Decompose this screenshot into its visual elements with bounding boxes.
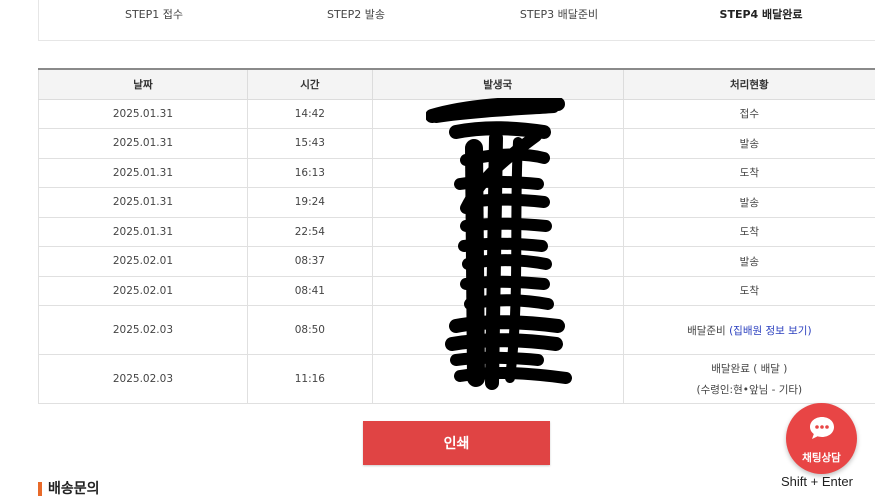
chat-consult-button[interactable]: 채팅상담 xyxy=(786,403,857,474)
print-button[interactable]: 인쇄 xyxy=(363,421,550,465)
cell-status: 발송 xyxy=(623,188,875,218)
cell-status: 도착 xyxy=(623,276,875,306)
header-date: 날짜 xyxy=(39,69,248,99)
cell-time: 14:42 xyxy=(247,99,372,129)
cell-office xyxy=(372,158,623,188)
cell-status: 도착 xyxy=(623,158,875,188)
heading-bar-icon xyxy=(38,482,42,496)
table-header-row: 날짜 시간 발생국 처리현황 xyxy=(39,69,875,99)
carrier-info-link[interactable]: (집배원 정보 보기) xyxy=(729,325,812,337)
cell-office xyxy=(372,247,623,277)
cell-status: 도착 xyxy=(623,217,875,247)
tracking-table-container: 날짜 시간 발생국 처리현황 2025.01.31 14:42 접수 2025.… xyxy=(38,68,875,404)
cell-status: 발송 xyxy=(623,129,875,159)
status-text: 배달완료 ( 배달 ) xyxy=(711,363,787,375)
cell-time: 11:16 xyxy=(247,355,372,404)
table-row: 2025.01.31 15:43 발송 xyxy=(39,129,875,159)
table-row: 2025.02.03 08:50 배달준비 (집배원 정보 보기) xyxy=(39,306,875,355)
cell-office xyxy=(372,217,623,247)
cell-office xyxy=(372,306,623,355)
cell-office xyxy=(372,355,623,404)
cell-date: 2025.02.01 xyxy=(39,247,248,277)
cell-date: 2025.01.31 xyxy=(39,188,248,218)
header-time: 시간 xyxy=(247,69,372,99)
cell-date: 2025.02.01 xyxy=(39,276,248,306)
chat-shortcut-hint: Shift + Enter xyxy=(781,474,853,489)
header-status: 처리현황 xyxy=(623,69,875,99)
section-heading: 배송문의 xyxy=(38,478,100,498)
cell-time: 22:54 xyxy=(247,217,372,247)
cell-time: 08:37 xyxy=(247,247,372,277)
table-row: 2025.02.03 11:16 배달완료 ( 배달 ) (수령인:현•앞님 -… xyxy=(39,355,875,404)
recipient-info: (수령인:현•앞님 - 기타) xyxy=(624,382,875,397)
cell-time: 08:41 xyxy=(247,276,372,306)
cell-date: 2025.01.31 xyxy=(39,99,248,129)
cell-status: 접수 xyxy=(623,99,875,129)
table-row: 2025.01.31 22:54 도착 xyxy=(39,217,875,247)
chat-label: 채팅상담 xyxy=(786,450,857,465)
step-3: STEP3 배달준비 xyxy=(520,6,598,22)
table-row: 2025.01.31 14:42 접수 xyxy=(39,99,875,129)
cell-office xyxy=(372,188,623,218)
cell-time: 19:24 xyxy=(247,188,372,218)
cell-office xyxy=(372,276,623,306)
section-heading-text: 배송문의 xyxy=(48,481,100,497)
cell-date: 2025.01.31 xyxy=(39,217,248,247)
step-4-current: STEP4 배달완료 xyxy=(720,6,803,22)
status-text: 배달준비 xyxy=(687,325,726,337)
chat-bubble-icon xyxy=(808,415,836,441)
header-office: 발생국 xyxy=(372,69,623,99)
table-row: 2025.01.31 16:13 도착 xyxy=(39,158,875,188)
cell-date: 2025.02.03 xyxy=(39,355,248,404)
cell-office xyxy=(372,129,623,159)
tracking-table: 날짜 시간 발생국 처리현황 2025.01.31 14:42 접수 2025.… xyxy=(38,68,875,404)
step-1: STEP1 접수 xyxy=(125,6,183,22)
cell-status: 발송 xyxy=(623,247,875,277)
table-row: 2025.02.01 08:41 도착 xyxy=(39,276,875,306)
cell-time: 16:13 xyxy=(247,158,372,188)
cell-time: 15:43 xyxy=(247,129,372,159)
cell-date: 2025.01.31 xyxy=(39,158,248,188)
cell-office xyxy=(372,99,623,129)
table-row: 2025.01.31 19:24 발송 xyxy=(39,188,875,218)
table-row: 2025.02.01 08:37 발송 xyxy=(39,247,875,277)
cell-time: 08:50 xyxy=(247,306,372,355)
step-progress-bar: STEP1 접수 STEP2 발송 STEP3 배달준비 STEP4 배달완료 xyxy=(38,0,875,41)
step-2: STEP2 발송 xyxy=(327,6,385,22)
cell-date: 2025.01.31 xyxy=(39,129,248,159)
cell-date: 2025.02.03 xyxy=(39,306,248,355)
cell-status: 배달완료 ( 배달 ) (수령인:현•앞님 - 기타) xyxy=(623,355,875,404)
cell-status: 배달준비 (집배원 정보 보기) xyxy=(623,306,875,355)
